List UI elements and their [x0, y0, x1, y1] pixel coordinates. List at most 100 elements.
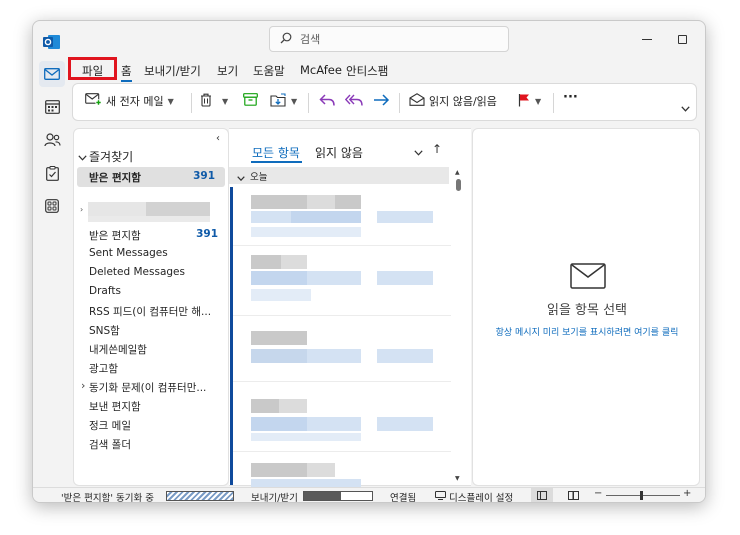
zoom-out-icon[interactable]: − — [594, 488, 602, 499]
more-options-button[interactable]: ··· — [563, 90, 578, 105]
preview-link[interactable]: 항상 메시지 미리 보기를 표시하려면 여기를 클릭 — [473, 325, 701, 338]
zoom-track — [606, 495, 680, 496]
favorites-header[interactable]: 즐겨찾기 — [78, 148, 133, 165]
reading-pane: 읽을 항목 선택 항상 메시지 미리 보기를 표시하려면 여기를 클릭 — [472, 128, 700, 486]
menu-home[interactable]: 홈 — [121, 63, 132, 82]
reply-button[interactable] — [319, 93, 336, 110]
favorite-inbox-count: 391 — [193, 170, 215, 182]
apps-icon[interactable] — [39, 193, 65, 219]
chevron-right-icon[interactable]: › — [81, 379, 85, 392]
chevron-down-icon — [681, 102, 690, 115]
folder-count: 391 — [196, 228, 218, 240]
mail-icon[interactable] — [39, 61, 65, 87]
app-rail — [33, 21, 71, 487]
connection-status: 연결됨 — [390, 493, 417, 503]
message-list-scrollbar[interactable]: ▲ ▼ — [455, 169, 462, 485]
outlook-window: 검색 파일 홈 보내기/받기 보기 도움말 McAfee 안티스팸 새 전자 메… — [32, 20, 706, 503]
sync-status-text: '받은 편지함' 동기화 중 — [61, 493, 154, 503]
favorite-inbox-item[interactable]: 받은 편지함 391 — [77, 167, 225, 187]
tab-unread[interactable]: 읽지 않음 — [315, 144, 363, 161]
tasks-icon[interactable] — [39, 160, 65, 186]
normal-view-button[interactable] — [531, 488, 553, 502]
calendar-icon[interactable] — [39, 94, 65, 120]
message-item[interactable] — [233, 383, 451, 449]
folder-item-self-mail[interactable]: 내게쓴메일함 — [74, 340, 228, 358]
folder-label: 내게쓴메일함 — [89, 344, 147, 356]
menu-help[interactable]: 도움말 — [253, 63, 285, 79]
read-unread-button[interactable]: 읽지 않음/읽음 — [409, 93, 497, 109]
folder-item-search-folders[interactable]: 검색 폴더 — [74, 435, 228, 453]
status-bar: '받은 편지함' 동기화 중 보내기/받기 연결됨 디스플레이 설정 − + — [33, 487, 705, 503]
maximize-button[interactable] — [667, 27, 697, 51]
folder-item-rss[interactable]: RSS 피드(이 컴퓨터만 해... — [74, 302, 228, 320]
display-settings-button[interactable]: 디스플레이 설정 — [435, 490, 513, 502]
scrollbar-thumb[interactable] — [456, 179, 461, 191]
display-icon — [435, 491, 446, 502]
message-divider — [233, 245, 451, 246]
chevron-down-icon — [237, 171, 245, 184]
menu-mcafee[interactable]: McAfee — [300, 63, 342, 77]
new-mail-label: 새 전자 메일 — [106, 95, 164, 108]
forward-button[interactable] — [373, 93, 390, 110]
folder-item-ads[interactable]: 광고함 — [74, 359, 228, 377]
close-button[interactable] — [703, 27, 705, 51]
folder-item-sent[interactable]: 보낸 편지함 — [74, 397, 228, 415]
ribbon-divider — [308, 93, 309, 113]
title-bar: 검색 — [71, 21, 705, 57]
folder-item-inbox[interactable]: 받은 편지함 391 — [74, 226, 228, 244]
new-mail-button[interactable]: 새 전자 메일 ▼ — [85, 93, 174, 109]
tab-all-items[interactable]: 모든 항목 — [252, 144, 300, 161]
zoom-slider[interactable]: − + — [594, 488, 691, 502]
filter-chevron-icon[interactable] — [414, 146, 423, 159]
delete-button[interactable]: ▼ — [200, 93, 228, 110]
minimize-button[interactable] — [632, 27, 662, 51]
search-placeholder: 검색 — [300, 33, 321, 46]
folder-item-junk[interactable]: 정크 메일 — [74, 416, 228, 434]
people-icon[interactable] — [39, 127, 65, 153]
normal-view-icon — [537, 491, 547, 502]
sort-arrow-icon[interactable]: ↑ — [432, 142, 442, 156]
menu-view[interactable]: 보기 — [217, 63, 238, 79]
folder-label: SNS함 — [89, 325, 120, 337]
ribbon-divider — [553, 93, 554, 113]
folder-label: RSS 피드(이 컴퓨터만 해... — [89, 306, 212, 318]
flag-button[interactable]: ▼ — [518, 93, 541, 110]
chevron-down-icon[interactable]: ▼ — [222, 97, 228, 106]
folder-item-sync-issues[interactable]: › 동기화 문제(이 컴퓨터만... — [74, 378, 228, 396]
menu-send-receive[interactable]: 보내기/받기 — [144, 63, 201, 79]
folder-item-deleted-messages[interactable]: Deleted Messages — [74, 264, 228, 282]
folder-item-sent-messages[interactable]: Sent Messages — [74, 245, 228, 263]
reading-view-icon[interactable] — [568, 491, 579, 502]
folder-label: Sent Messages — [89, 247, 168, 259]
folder-item-sns[interactable]: SNS함 — [74, 321, 228, 339]
message-item[interactable] — [233, 247, 451, 313]
message-item[interactable] — [233, 187, 451, 245]
chevron-down-icon[interactable]: ▼ — [291, 97, 297, 106]
group-header-today[interactable]: 오늘 — [229, 167, 449, 184]
archive-icon — [243, 93, 258, 109]
scroll-up-icon[interactable]: ▲ — [455, 169, 460, 176]
move-button[interactable]: ▼ — [270, 93, 297, 110]
zoom-in-icon[interactable]: + — [683, 488, 691, 499]
folder-label: 보낸 편지함 — [89, 401, 141, 413]
archive-button[interactable] — [243, 93, 258, 109]
message-item[interactable] — [233, 317, 451, 377]
ribbon-expand-button[interactable] — [681, 102, 690, 115]
folder-item-drafts[interactable]: Drafts — [74, 283, 228, 301]
send-receive-status[interactable]: 보내기/받기 — [251, 490, 298, 502]
reply-all-button[interactable] — [344, 93, 364, 110]
chevron-down-icon[interactable]: ▼ — [535, 97, 541, 106]
collapse-pane-icon[interactable]: ‹ — [216, 133, 220, 144]
message-item[interactable] — [233, 453, 451, 487]
chevron-down-icon[interactable]: › — [80, 205, 83, 214]
read-unread-label: 읽지 않음/읽음 — [429, 95, 497, 108]
search-box[interactable]: 검색 — [269, 26, 509, 52]
zoom-thumb[interactable] — [640, 491, 643, 500]
minimize-icon — [642, 38, 652, 40]
menu-antispam[interactable]: 안티스팸 — [346, 63, 388, 79]
send-receive-progress — [303, 491, 373, 501]
chevron-down-icon[interactable]: ▼ — [168, 97, 174, 106]
flag-icon — [518, 93, 531, 110]
scroll-down-icon[interactable]: ▼ — [455, 475, 460, 482]
folder-pane: ‹ 즐겨찾기 받은 편지함 391 › 받은 편지함 391 Sent Mess… — [73, 128, 229, 486]
